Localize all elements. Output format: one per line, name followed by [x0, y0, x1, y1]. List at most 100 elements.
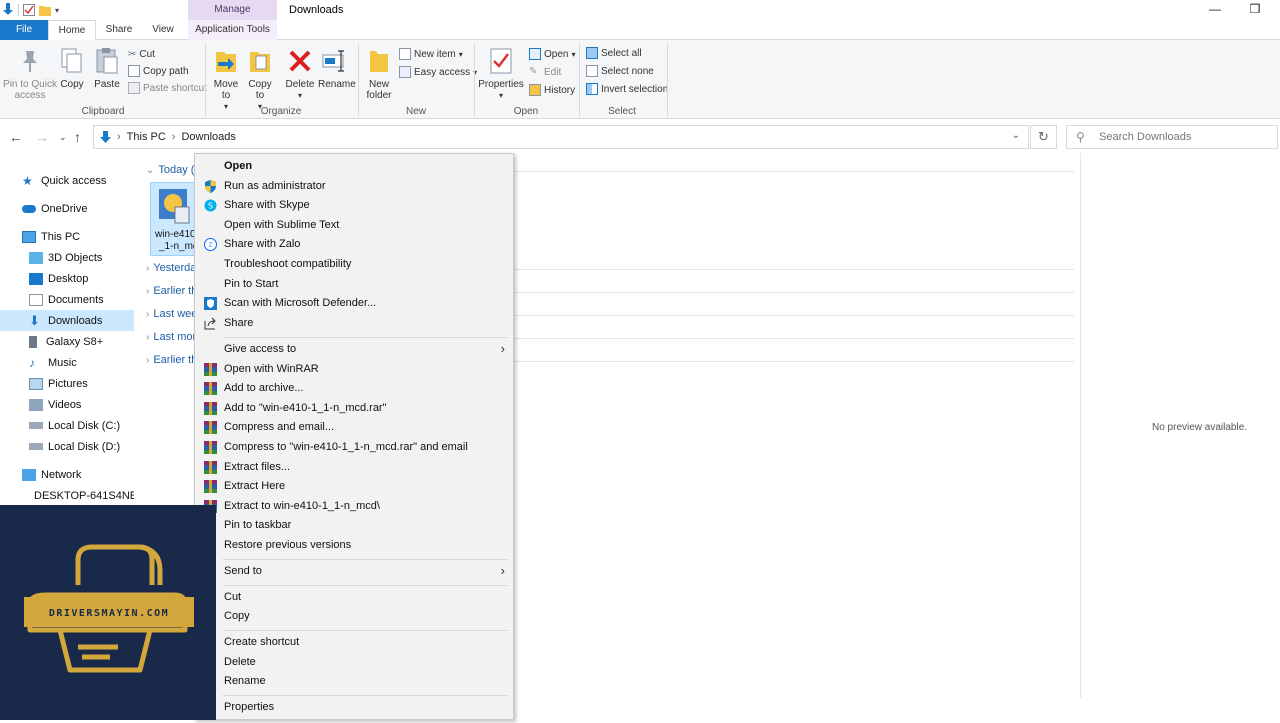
- nav-item-music[interactable]: ♪ Music: [0, 352, 134, 373]
- refresh-icon[interactable]: ↻: [1030, 125, 1057, 149]
- nav-item-network[interactable]: Network: [0, 464, 134, 485]
- paste-button[interactable]: Paste: [92, 46, 122, 90]
- nav-item-videos[interactable]: Videos: [0, 394, 134, 415]
- nav-item-desktop-pc[interactable]: DESKTOP-641S4NE: [0, 485, 134, 506]
- breadcrumb-this-pc[interactable]: This PC: [127, 131, 166, 143]
- menu-item-add-to-rar[interactable]: Add to "win-e410-1_1-n_mcd.rar": [195, 399, 513, 418]
- menu-item-properties[interactable]: Properties: [195, 698, 513, 717]
- history-button[interactable]: History: [529, 82, 575, 98]
- minimize-icon[interactable]: —: [1205, 2, 1225, 18]
- menu-item-create-shortcut[interactable]: Create shortcut: [195, 633, 513, 652]
- nav-item-onedrive[interactable]: OneDrive: [0, 198, 134, 219]
- open-label: Open: [544, 48, 569, 60]
- rename-button[interactable]: Rename: [318, 46, 356, 90]
- select-all-button[interactable]: Select all: [586, 45, 642, 61]
- nav-item-local-disk-c[interactable]: Local Disk (C:): [0, 415, 134, 436]
- new-folder-button[interactable]: New folder: [363, 46, 395, 101]
- menu-item-open-sublime[interactable]: Open with Sublime Text: [195, 216, 513, 235]
- cut-button[interactable]: ✂ Cut: [128, 46, 155, 62]
- open-group-label: Open: [513, 106, 539, 117]
- nav-item-desktop[interactable]: Desktop: [0, 268, 134, 289]
- menu-item-compress-email[interactable]: Compress and email...: [195, 418, 513, 437]
- pin-to-quick-access-button[interactable]: Pin to Quick access: [2, 46, 58, 101]
- download-arrow-icon[interactable]: [2, 3, 14, 17]
- group-header-earlier-year[interactable]: › Earlier th: [146, 354, 197, 366]
- manage-tab[interactable]: Manage: [188, 0, 277, 20]
- menu-item-extract-to-folder[interactable]: Extract to win-e410-1_1-n_mcd\: [195, 497, 513, 516]
- open-button[interactable]: Open ▾: [529, 46, 575, 62]
- menu-item-delete[interactable]: Delete: [195, 653, 513, 672]
- nav-item-downloads[interactable]: ⬇ Downloads: [0, 310, 134, 331]
- edit-button[interactable]: ✎ Edit: [529, 64, 561, 80]
- properties-check-icon[interactable]: [23, 4, 35, 16]
- new-item-label: New item: [414, 48, 456, 60]
- breadcrumb-downloads[interactable]: Downloads: [181, 131, 235, 143]
- restore-icon[interactable]: ❐: [1245, 2, 1265, 18]
- menu-label: Delete: [224, 656, 256, 668]
- address-input[interactable]: › This PC › Downloads ⌄: [93, 125, 1029, 149]
- menu-item-send-to[interactable]: Send to ›: [195, 562, 513, 581]
- menu-item-pin-start[interactable]: Pin to Start: [195, 275, 513, 294]
- menu-item-add-archive[interactable]: Add to archive...: [195, 379, 513, 398]
- menu-item-troubleshoot[interactable]: Troubleshoot compatibility: [195, 255, 513, 274]
- back-arrow-icon[interactable]: ←: [9, 129, 23, 145]
- nav-item-quick-access[interactable]: ★ Quick access: [0, 170, 134, 191]
- forward-arrow-icon[interactable]: →: [35, 129, 49, 145]
- nav-item-local-disk-d[interactable]: Local Disk (D:): [0, 436, 134, 457]
- easy-access-button[interactable]: Easy access ▾: [399, 64, 477, 80]
- menu-item-rename[interactable]: Rename: [195, 672, 513, 691]
- file-item-selected[interactable]: win-e410 _1-n_mc: [150, 182, 198, 256]
- delete-button[interactable]: Delete ▾: [284, 46, 316, 101]
- disk-icon: [29, 443, 43, 450]
- menu-item-give-access[interactable]: Give access to ›: [195, 340, 513, 359]
- nav-item-pictures[interactable]: Pictures: [0, 373, 134, 394]
- menu-item-pin-taskbar[interactable]: Pin to taskbar: [195, 516, 513, 535]
- nav-item-galaxy[interactable]: Galaxy S8+: [0, 331, 134, 352]
- move-to-button[interactable]: Move to ▾: [211, 46, 241, 112]
- nav-item-this-pc[interactable]: This PC: [0, 226, 134, 247]
- paste-shortcut-button[interactable]: Paste shortcut: [128, 80, 207, 96]
- menu-label: Properties: [224, 701, 275, 713]
- new-folder-icon[interactable]: [39, 4, 51, 16]
- nav-item-documents[interactable]: Documents: [0, 289, 134, 310]
- up-arrow-icon[interactable]: ↑: [74, 129, 81, 145]
- address-dropdown-icon[interactable]: ⌄: [1012, 130, 1020, 141]
- menu-item-compress-to-rar-email[interactable]: Compress to "win-e410-1_1-n_mcd.rar" and…: [195, 438, 513, 457]
- copy-path-button[interactable]: Copy path: [128, 63, 189, 79]
- copy-button[interactable]: Copy: [58, 46, 86, 90]
- menu-item-copy[interactable]: Copy: [195, 607, 513, 626]
- paste-shortcut-label: Paste shortcut: [143, 82, 207, 94]
- cloud-icon: [22, 204, 36, 213]
- menu-item-extract-here[interactable]: Extract Here: [195, 477, 513, 496]
- menu-item-restore-versions[interactable]: Restore previous versions: [195, 536, 513, 555]
- tab-file[interactable]: File: [0, 20, 48, 40]
- tab-home[interactable]: Home: [48, 20, 96, 40]
- menu-item-extract-files[interactable]: Extract files...: [195, 458, 513, 477]
- menu-item-share-skype[interactable]: S Share with Skype: [195, 196, 513, 215]
- invert-selection-button[interactable]: Invert selection: [586, 81, 668, 97]
- menu-item-scan-defender[interactable]: Scan with Microsoft Defender...: [195, 294, 513, 313]
- menu-item-open-winrar[interactable]: Open with WinRAR: [195, 360, 513, 379]
- tab-share[interactable]: Share: [100, 20, 138, 40]
- search-input[interactable]: ⚲ Search Downloads: [1066, 125, 1278, 149]
- group-header-last-month[interactable]: › Last mon: [146, 331, 199, 343]
- properties-button[interactable]: Properties ▾: [478, 46, 524, 101]
- qat-dropdown-icon[interactable]: ▾: [55, 6, 59, 15]
- select-none-button[interactable]: Select none: [586, 63, 654, 79]
- menu-item-open[interactable]: Open: [195, 157, 513, 176]
- group-header-last-week[interactable]: › Last wee: [146, 308, 197, 320]
- group-header-earlier-week[interactable]: › Earlier th: [146, 285, 197, 297]
- context-menu: Open Run as administrator S Share with S…: [194, 153, 514, 720]
- menu-item-run-as-admin[interactable]: Run as administrator: [195, 177, 513, 196]
- menu-item-cut[interactable]: Cut: [195, 588, 513, 607]
- tab-application-tools[interactable]: Application Tools: [188, 20, 277, 40]
- nav-item-3d-objects[interactable]: 3D Objects: [0, 247, 134, 268]
- group-header-today[interactable]: ⌄ Today (1: [146, 164, 201, 176]
- group-header-yesterday[interactable]: › Yesterda: [146, 262, 196, 274]
- new-item-button[interactable]: New item ▾: [399, 46, 463, 62]
- copy-to-button[interactable]: Copy to ▾: [245, 46, 275, 112]
- tab-view[interactable]: View: [143, 20, 183, 40]
- menu-item-share[interactable]: Share: [195, 314, 513, 333]
- menu-item-share-zalo[interactable]: Z Share with Zalo: [195, 235, 513, 254]
- recent-locations-chevron-icon[interactable]: ⌄: [59, 132, 67, 143]
